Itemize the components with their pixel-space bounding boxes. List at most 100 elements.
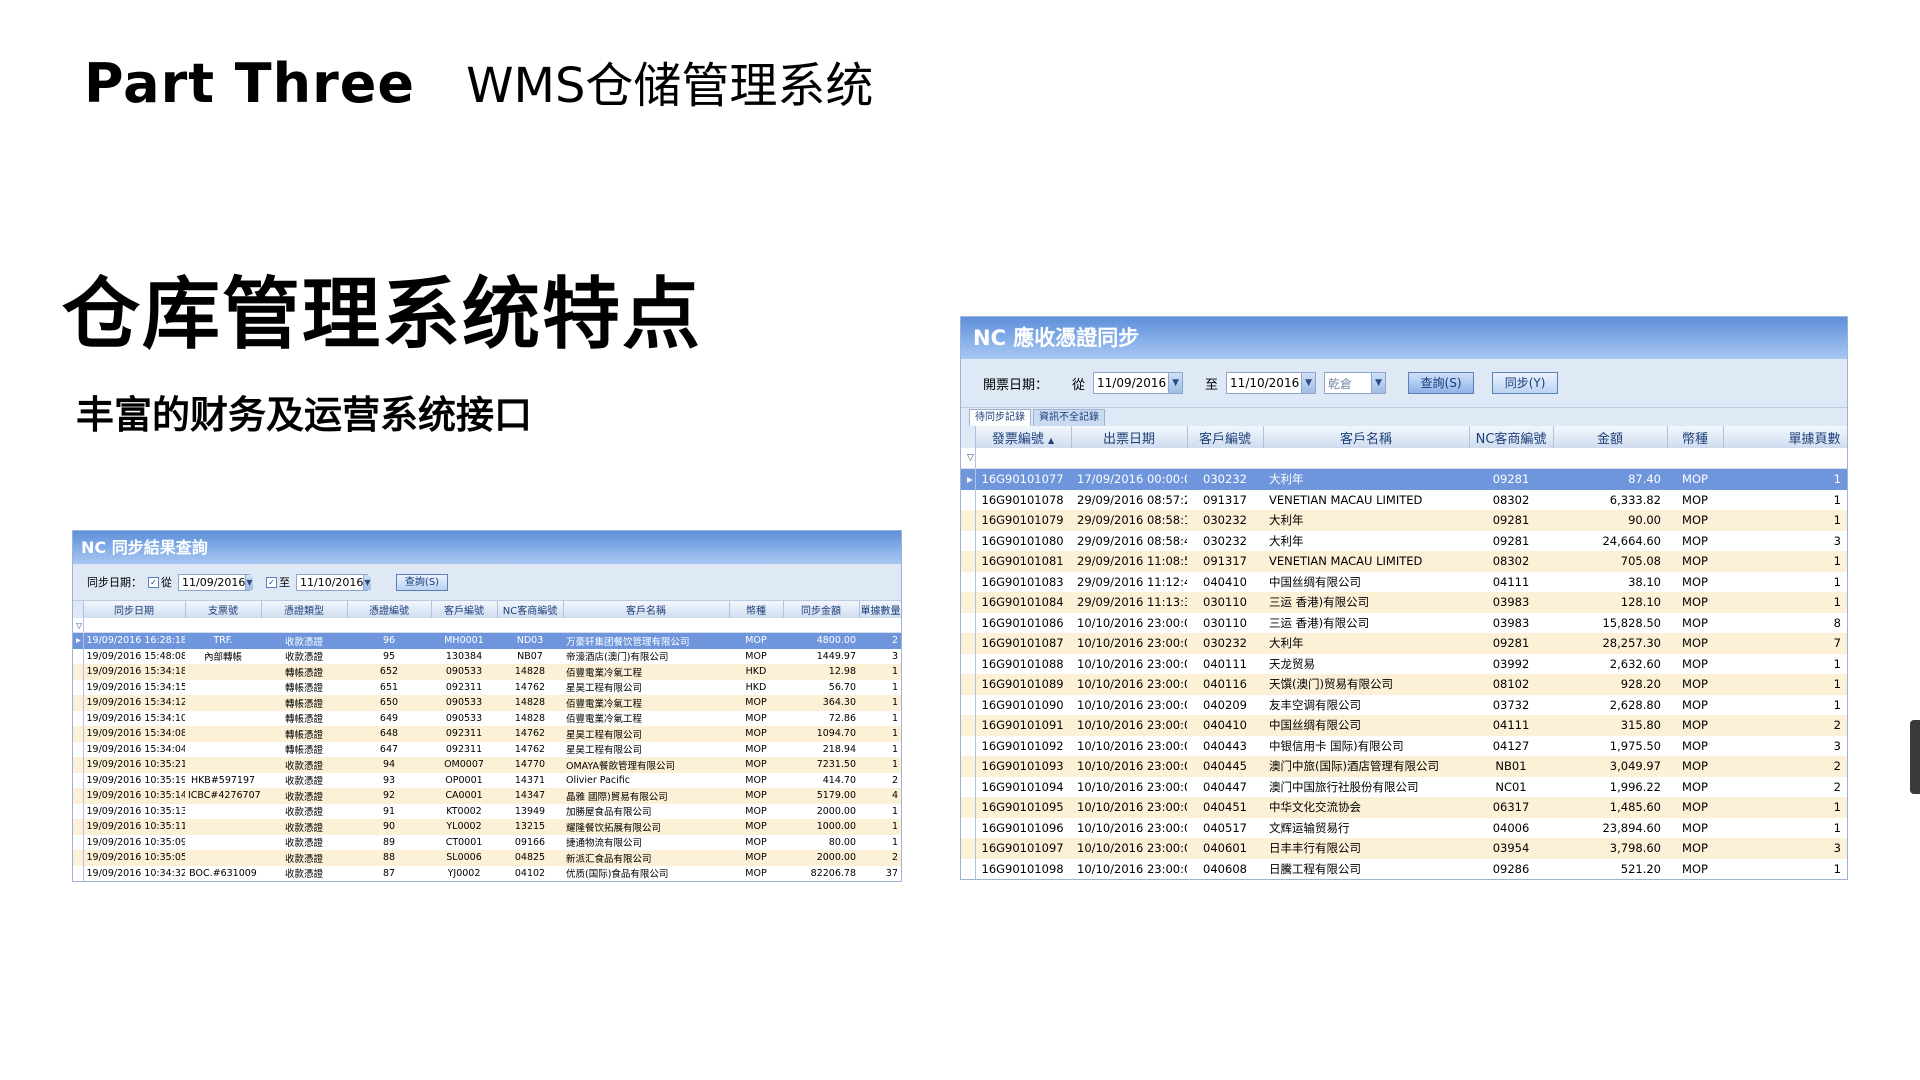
table-row[interactable]: ▸ 16G90101077 17/09/2016 00:00:00 030232 大利年… [961,468,1847,490]
chevron-down-icon[interactable]: ▼ [1371,373,1386,393]
row-indicator[interactable] [73,664,84,680]
scrollbar-handle[interactable] [1910,720,1920,794]
from-date-picker[interactable]: 11/09/2016 ▼ [1093,372,1184,394]
query-button[interactable]: 查詢(S) [396,573,448,591]
column-header[interactable]: 客戶名稱 [563,601,730,618]
column-header[interactable]: 支票號 [185,601,262,618]
column-header[interactable]: 出票日期 [1071,426,1188,448]
row-indicator[interactable] [73,741,84,757]
table-row[interactable]: 16G90101088 10/10/2016 23:00:00 040111 天龙贸易… [961,653,1847,674]
query-button[interactable]: 查詢(S) [1408,372,1475,394]
column-header[interactable]: 憑證類型 [261,601,348,618]
table-row[interactable]: 16G90101083 29/09/2016 11:12:45 040410 中国丝绸… [961,571,1847,592]
row-indicator[interactable] [961,612,976,633]
row-indicator[interactable] [961,530,976,551]
table-row[interactable]: 19/09/2016 15:48:08 內部轉帳 收款憑證 95 130384 NB07 帝… [73,648,901,664]
tab-incomplete-records[interactable]: 資訊不全記錄 [1033,409,1105,426]
table-row[interactable]: 19/09/2016 10:35:05 收款憑證 88 SL0006 04825 新派汇食… [73,850,901,866]
row-indicator[interactable] [961,633,976,654]
filter-row[interactable]: ▽ [961,448,1847,469]
filter-icon[interactable]: ▽ [73,618,84,633]
column-header[interactable]: 幣種 [1667,426,1724,448]
table-row[interactable]: 19/09/2016 10:34:32 BOC.#631009 收款憑證 87 YJ00… [73,865,901,881]
column-header[interactable]: 發票編號 ▲ [975,426,1072,448]
column-header[interactable]: NC客商編號 [497,601,564,618]
row-indicator[interactable] [961,735,976,756]
table-row[interactable]: 16G90101091 10/10/2016 23:00:00 040410 中国丝绸… [961,715,1847,736]
table-row[interactable]: 16G90101090 10/10/2016 23:00:00 040209 友丰空调… [961,694,1847,715]
table-row[interactable]: 19/09/2016 15:34:12 轉帳憑證 650 090533 14828 佰豐電… [73,695,901,711]
row-indicator[interactable] [73,834,84,850]
chevron-down-icon[interactable]: ▼ [1168,373,1183,393]
tab-pending-records[interactable]: 待同步記錄 [969,409,1031,426]
column-header[interactable]: 單據頁數 [1723,426,1847,448]
table-row[interactable]: 16G90101081 29/09/2016 11:08:54 091317 VENE… [961,551,1847,572]
table-row[interactable]: 16G90101093 10/10/2016 23:00:00 040445 澳门中旅… [961,756,1847,777]
filter-row-cell[interactable] [975,448,1847,469]
filter-row-cell[interactable] [83,618,901,633]
from-date-picker[interactable]: 11/09/2016 ▼ [178,573,253,591]
row-indicator[interactable] [961,715,976,736]
row-indicator[interactable] [961,571,976,592]
row-indicator[interactable] [961,489,976,510]
chevron-down-icon[interactable]: ▼ [245,574,253,590]
column-header[interactable]: NC客商編號 [1469,426,1554,448]
column-header[interactable]: 同步日期 [83,601,186,618]
row-indicator[interactable] [73,710,84,726]
row-indicator[interactable] [73,865,84,881]
row-indicator[interactable] [73,772,84,788]
column-header[interactable]: 客戶編號 [431,601,498,618]
row-indicator[interactable] [73,850,84,866]
row-indicator[interactable] [73,648,84,664]
row-pointer-icon[interactable]: ▸ [73,632,84,649]
table-row[interactable]: 16G90101079 29/09/2016 08:58:17 030232 大利年 0… [961,510,1847,531]
table-row[interactable]: 19/09/2016 15:34:04 轉帳憑證 647 092311 14762 星昊工… [73,741,901,757]
row-indicator[interactable] [961,592,976,613]
row-indicator[interactable] [961,653,976,674]
table-row[interactable]: 16G90101078 29/09/2016 08:57:28 091317 VENE… [961,489,1847,510]
row-indicator[interactable] [961,858,976,879]
column-header[interactable]: 單據數量 [859,601,901,618]
table-row[interactable]: 19/09/2016 10:35:14 ICBC#42767077 收款憑證 92 CA… [73,788,901,804]
table-row[interactable]: 16G90101089 10/10/2016 23:00:00 040116 天馔(澳… [961,674,1847,695]
row-pointer-icon[interactable]: ▸ [961,468,976,490]
row-indicator[interactable] [73,788,84,804]
table-row[interactable]: 16G90101087 10/10/2016 23:00:00 030232 大利年 0… [961,633,1847,654]
column-header[interactable]: 金額 [1553,426,1668,448]
row-indicator[interactable] [961,838,976,859]
filter-icon[interactable]: ▽ [961,448,976,469]
row-indicator[interactable] [73,726,84,742]
table-row[interactable]: 19/09/2016 15:34:15 轉帳憑證 651 092311 14762 星昊工… [73,679,901,695]
column-header[interactable]: 客戶名稱 [1263,426,1470,448]
row-indicator[interactable] [961,797,976,818]
table-row[interactable]: 19/09/2016 15:34:10 轉帳憑證 649 090533 14828 佰豐電… [73,710,901,726]
row-indicator[interactable] [961,674,976,695]
table-row[interactable]: 16G90101098 10/10/2016 23:00:00 040608 日騰工程… [961,858,1847,879]
chevron-down-icon[interactable]: ▼ [1301,373,1316,393]
filter-row[interactable]: ▽ [73,618,901,633]
table-row[interactable]: 16G90101094 10/10/2016 23:00:00 040447 澳门中国… [961,776,1847,797]
row-indicator[interactable] [961,551,976,572]
row-indicator[interactable] [73,695,84,711]
table-row[interactable]: 16G90101097 10/10/2016 23:00:00 040601 日丰丰行… [961,838,1847,859]
row-indicator[interactable] [961,694,976,715]
row-indicator[interactable] [961,776,976,797]
to-date-picker[interactable]: 11/10/2016 ▼ [1226,372,1317,394]
table-row[interactable]: 16G90101084 29/09/2016 11:13:37 030110 三运 香… [961,592,1847,613]
table-row[interactable]: 16G90101086 10/10/2016 23:00:00 030110 三运 香… [961,612,1847,633]
table-row[interactable]: 19/09/2016 10:35:19 HKB#597197 收款憑證 93 OP000… [73,772,901,788]
table-row[interactable]: ▸ 19/09/2016 16:28:18 TRF. 收款憑證 96 MH0001 ND03… [73,632,901,649]
to-checkbox[interactable]: ✓ 至 [266,574,290,590]
table-row[interactable]: 19/09/2016 15:34:08 轉帳憑證 648 092311 14762 星昊工… [73,726,901,742]
table-row[interactable]: 16G90101092 10/10/2016 23:00:00 040443 中银信用… [961,735,1847,756]
chevron-down-icon[interactable]: ▼ [363,574,371,590]
from-checkbox[interactable]: ✓ 從 [148,574,172,590]
warehouse-select[interactable]: 乾倉 ▼ [1324,372,1387,394]
column-header[interactable]: 客戶編號 [1187,426,1264,448]
column-header[interactable]: 憑證編號 [347,601,432,618]
table-row[interactable]: 19/09/2016 10:35:13 收款憑證 91 KT0002 13949 加勝屋食… [73,803,901,819]
table-row[interactable]: 16G90101080 29/09/2016 08:58:48 030232 大利年 0… [961,530,1847,551]
column-header[interactable]: 同步金額 [783,601,860,618]
sync-button[interactable]: 同步(Y) [1492,372,1559,394]
row-indicator[interactable] [961,510,976,531]
